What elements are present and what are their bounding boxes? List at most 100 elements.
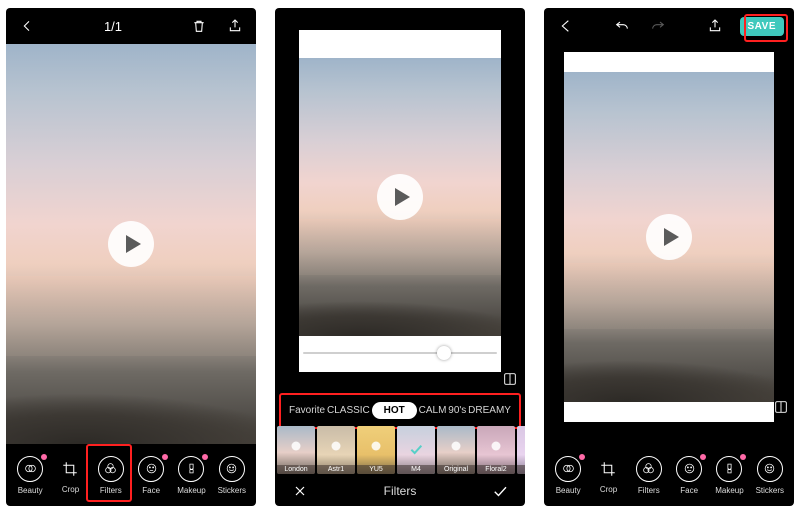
close-icon[interactable] [289,480,311,502]
dot-icon [492,442,501,451]
category-90's[interactable]: 90's [448,405,466,416]
filters-icon [98,456,124,482]
trash-icon[interactable] [188,15,210,37]
save-button[interactable]: SAVE [740,17,785,36]
confirm-icon[interactable] [489,480,511,502]
beauty-icon [17,456,43,482]
play-icon[interactable] [646,214,692,260]
play-icon[interactable] [377,174,423,220]
screen-1: 1/1 Beauty Crop Filters Face Makeup Stickers [6,8,256,506]
dot-icon [372,442,381,451]
play-icon[interactable] [108,221,154,267]
tool-label: Stickers [218,486,246,495]
new-dot-icon [579,454,585,460]
tool-crop[interactable]: Crop [589,457,627,494]
undo-icon[interactable] [611,15,633,37]
filter-thumb-original[interactable]: Original [437,426,475,474]
slider-track [303,352,497,354]
tool-filters[interactable]: Filters [630,456,668,495]
page-counter: 1/1 [104,19,122,34]
topbar: 1/1 [6,8,256,44]
stickers-icon [757,456,783,482]
tool-label: Crop [62,485,79,494]
beauty-icon [555,456,581,482]
makeup-icon [178,456,204,482]
topbar: SAVE [544,8,794,44]
panel-title: Filters [384,484,417,498]
filter-thumb-milky w[interactable]: Milky w [517,426,525,474]
compare-icon[interactable] [499,368,521,390]
tutorial-three-screens: 1/1 Beauty Crop Filters Face Makeup Stickers [0,0,800,515]
filter-intensity-slider[interactable] [299,344,501,362]
category-hot[interactable]: HOT [372,402,417,419]
thumb-label: YU5 [357,465,395,474]
filter-thumb-yu5[interactable]: YU5 [357,426,395,474]
new-dot-icon [162,454,168,460]
tool-face[interactable]: Face [670,456,708,495]
tool-label: Makeup [715,486,743,495]
tool-label: Crop [600,485,617,494]
new-dot-icon [740,454,746,460]
tool-makeup[interactable]: Makeup [172,456,210,495]
thumb-label: Original [437,465,475,474]
tool-face[interactable]: Face [132,456,170,495]
new-dot-icon [700,454,706,460]
thumb-label: Astr1 [317,465,355,474]
thumb-label: M4 [397,465,435,474]
tool-makeup[interactable]: Makeup [710,456,748,495]
check-icon [408,441,424,459]
screen-2: FavoriteCLASSICHOTCALM90'sDREAMY LondonA… [275,8,525,506]
video-preview[interactable] [299,30,501,372]
dot-icon [292,442,301,451]
new-dot-icon [202,454,208,460]
tool-label: Makeup [177,486,205,495]
category-classic[interactable]: CLASSIC [327,405,370,416]
thumb-label: London [277,465,315,474]
thumb-label: Milky w [517,465,525,474]
tool-beauty[interactable]: Beauty [11,456,49,495]
export-icon[interactable] [704,15,726,37]
category-favorite[interactable]: Favorite [289,405,325,416]
thumb-label: Floral2 [477,465,515,474]
export-icon[interactable] [224,15,246,37]
new-dot-icon [41,454,47,460]
crop-icon [58,457,82,481]
stickers-icon [219,456,245,482]
video-preview[interactable] [6,44,256,444]
tool-stickers[interactable]: Stickers [751,456,789,495]
back-icon[interactable] [554,15,576,37]
filter-thumbnails: LondonAstr1YU5M4OriginalFloral2Milky w [275,426,525,474]
tool-beauty[interactable]: Beauty [549,456,587,495]
bottom-toolbar: Beauty Crop Filters Face Makeup Stickers [544,444,794,506]
compare-icon[interactable] [770,396,792,418]
filter-thumb-floral2[interactable]: Floral2 [477,426,515,474]
dot-icon [452,442,461,451]
filter-thumb-m4[interactable]: M4 [397,426,435,474]
bottom-toolbar: Beauty Crop Filters Face Makeup Stickers [6,444,256,506]
category-dreamy[interactable]: DREAMY [468,405,511,416]
face-icon [676,456,702,482]
back-icon[interactable] [16,15,38,37]
screen-3: SAVE Beauty Crop Filters Face Makeup Stickers [544,8,794,506]
panel-bar: Filters [275,476,525,506]
tool-label: Stickers [756,486,784,495]
filter-thumb-london[interactable]: London [277,426,315,474]
tool-label: Beauty [556,486,581,495]
face-icon [138,456,164,482]
tool-label: Face [680,486,698,495]
video-preview[interactable] [564,52,774,422]
tool-label: Filters [100,486,122,495]
tool-crop[interactable]: Crop [51,457,89,494]
tool-label: Beauty [18,486,43,495]
tool-label: Face [142,486,160,495]
tool-stickers[interactable]: Stickers [213,456,251,495]
tool-label: Filters [638,486,660,495]
tool-filters[interactable]: Filters [92,456,130,495]
slider-knob[interactable] [437,346,451,360]
redo-icon[interactable] [647,15,669,37]
filter-thumb-astr1[interactable]: Astr1 [317,426,355,474]
filter-category-tabs: FavoriteCLASSICHOTCALM90'sDREAMY [281,396,519,424]
category-calm[interactable]: CALM [419,405,447,416]
crop-icon [596,457,620,481]
dot-icon [332,442,341,451]
